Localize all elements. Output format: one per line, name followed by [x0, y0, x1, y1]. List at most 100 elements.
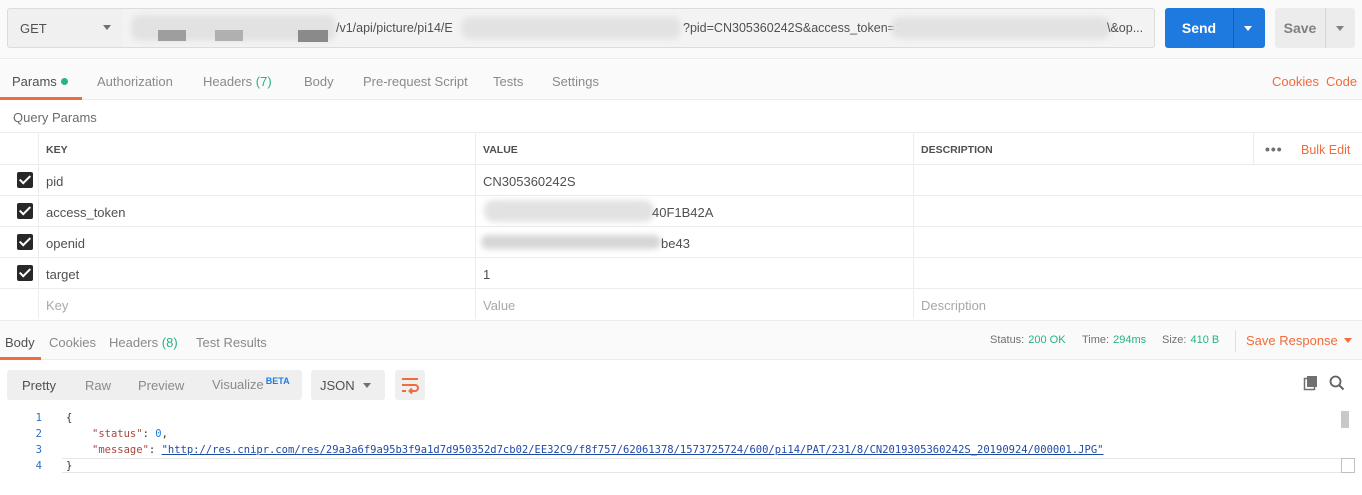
scrollbar-thumb[interactable] [1341, 411, 1349, 428]
tab-response-body[interactable]: Body [5, 335, 35, 350]
tab-response-headers-count: (8) [162, 335, 178, 350]
description-input[interactable]: Description [913, 289, 1362, 319]
chevron-down-icon[interactable] [1336, 26, 1344, 31]
code-status-line: "status": 0, [92, 428, 168, 440]
tab-test-results[interactable]: Test Results [196, 335, 267, 350]
view-visualize[interactable]: VisualizeBETA [212, 376, 290, 392]
row-checkbox[interactable] [17, 265, 33, 281]
method-select[interactable]: GET [7, 8, 124, 48]
tab-headers[interactable]: Headers (7) [203, 74, 272, 89]
description-column-header: DESCRIPTION [913, 133, 1253, 164]
key-placeholder: Key [46, 298, 68, 313]
wrap-lines-button[interactable] [395, 370, 425, 400]
more-options-icon[interactable]: ••• [1265, 141, 1283, 157]
chevron-down-icon [1344, 338, 1352, 343]
param-key: access_token [46, 205, 126, 220]
row-checkbox[interactable] [17, 172, 33, 188]
tab-tests[interactable]: Tests [493, 74, 523, 89]
tab-response-headers[interactable]: Headers (8) [109, 335, 178, 350]
send-button[interactable]: Send [1165, 8, 1265, 48]
description-placeholder: Description [921, 298, 986, 313]
param-key: target [46, 267, 79, 282]
code-close-brace: } [66, 460, 72, 472]
description-cell[interactable] [913, 258, 1362, 288]
format-label: JSON [320, 378, 355, 393]
save-label: Save [1275, 20, 1325, 36]
value-cell[interactable]: 1 [475, 258, 913, 288]
size-label: Size: [1162, 334, 1186, 346]
send-label: Send [1165, 20, 1233, 36]
cookies-link[interactable]: Cookies [1272, 74, 1319, 89]
value-cell[interactable]: CN305360242S [475, 165, 913, 195]
size-readout: Size:410 B [1162, 334, 1219, 346]
status-label: Status: [990, 334, 1024, 346]
code-open-brace: { [66, 412, 72, 424]
value-input[interactable]: Value [475, 289, 913, 319]
value-cell[interactable]: 40F1B42A [475, 196, 913, 226]
json-url-link[interactable]: "http://res.cnipr.com/res/29a3a6f9a95b3f… [162, 444, 1104, 456]
key-cell[interactable]: access_token [38, 196, 476, 226]
time-label: Time: [1082, 334, 1109, 346]
param-value: be43 [661, 236, 690, 251]
chevron-down-icon[interactable] [1244, 26, 1252, 31]
format-select[interactable]: JSON [311, 370, 385, 400]
url-query-text: ?pid=CN305360242S&access_token=1 [683, 21, 902, 35]
description-cell[interactable] [913, 165, 1362, 195]
url-path-text: /v1/api/picture/pi14/E [336, 21, 453, 35]
chevron-down-icon [363, 383, 371, 388]
view-raw[interactable]: Raw [85, 378, 111, 393]
tab-response-cookies[interactable]: Cookies [49, 335, 96, 350]
value-header-label: VALUE [483, 144, 518, 156]
json-key: "message" [92, 444, 149, 456]
table-row: access_token 40F1B42A [0, 195, 1362, 226]
redacted-blur [461, 17, 681, 39]
tab-authorization[interactable]: Authorization [97, 74, 173, 89]
params-header-row: KEY VALUE DESCRIPTION ••• Bulk Edit [0, 132, 1362, 164]
tab-body[interactable]: Body [304, 74, 334, 89]
code-message-line: "message": "http://res.cnipr.com/res/29a… [92, 444, 1103, 456]
description-cell[interactable] [913, 196, 1362, 226]
table-row: pid CN305360242S [0, 164, 1362, 195]
param-key: openid [46, 236, 85, 251]
description-cell[interactable] [913, 227, 1362, 257]
view-preview[interactable]: Preview [138, 378, 184, 393]
redacted-blur [891, 17, 1111, 39]
param-value: CN305360242S [483, 174, 576, 189]
tab-params[interactable]: Params [12, 74, 68, 89]
description-header-label: DESCRIPTION [921, 144, 993, 156]
send-divider [1233, 8, 1234, 48]
param-value: 40F1B42A [652, 205, 713, 220]
table-row: target 1 [0, 257, 1362, 288]
save-response-button[interactable]: Save Response [1246, 333, 1352, 348]
divider [1235, 330, 1236, 352]
beta-badge: BETA [266, 376, 290, 386]
view-pretty[interactable]: Pretty [22, 378, 56, 393]
key-input[interactable]: Key [38, 289, 476, 319]
row-checkbox[interactable] [17, 234, 33, 250]
save-button[interactable]: Save [1275, 8, 1355, 48]
key-cell[interactable]: target [38, 258, 476, 288]
code-link[interactable]: Code [1326, 74, 1357, 89]
response-body-editor[interactable]: 1 2 3 4 { "status": 0, "message": "http:… [0, 409, 1362, 495]
url-input[interactable]: /v1/api/picture/pi14/E ?pid=CN305360242S… [123, 8, 1155, 48]
key-cell[interactable]: pid [38, 165, 476, 195]
value-column-header: VALUE [475, 133, 913, 164]
copy-icon[interactable] [1303, 375, 1319, 391]
request-tabs: Params Authorization Headers (7) Body Pr… [0, 60, 1362, 100]
key-cell[interactable]: openid [38, 227, 476, 257]
new-param-row: Key Value Description [0, 288, 1362, 319]
row-checkbox[interactable] [17, 203, 33, 219]
search-icon[interactable] [1329, 375, 1345, 391]
status-readout: Status:200 OK [990, 334, 1066, 346]
value-cell[interactable]: be43 [475, 227, 913, 257]
tab-settings[interactable]: Settings [552, 74, 599, 89]
scrollbar-track[interactable] [1341, 458, 1355, 473]
bulk-edit-link[interactable]: Bulk Edit [1301, 143, 1350, 157]
active-tab-underline [0, 97, 82, 100]
save-response-label: Save Response [1246, 333, 1338, 348]
tab-pre-request-script[interactable]: Pre-request Script [363, 74, 468, 89]
redacted-block [158, 30, 186, 41]
redacted-blur [481, 235, 661, 249]
param-value: 1 [483, 267, 490, 282]
time-value: 294ms [1113, 334, 1146, 346]
